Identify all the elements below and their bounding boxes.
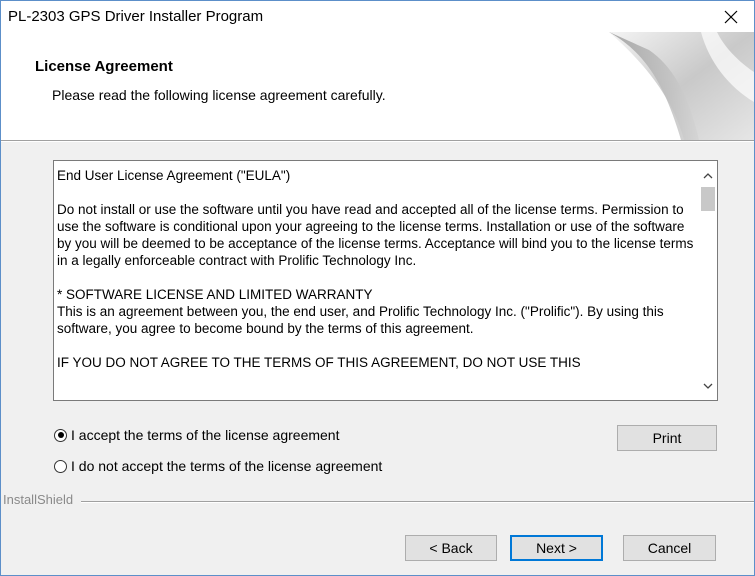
- chevron-up-icon: [703, 173, 713, 179]
- decline-option[interactable]: I do not accept the terms of the license…: [54, 458, 382, 474]
- license-paragraph: End User License Agreement ("EULA"): [57, 168, 291, 183]
- scroll-thumb[interactable]: [701, 187, 715, 211]
- page-title: License Agreement: [35, 58, 173, 75]
- license-paragraph: This is an agreement between you, the en…: [57, 304, 664, 336]
- back-button[interactable]: < Back: [405, 535, 497, 561]
- license-paragraph: Do not install or use the software until…: [57, 202, 694, 268]
- license-paragraph: * SOFTWARE LICENSE AND LIMITED WARRANTY: [57, 287, 373, 302]
- header-banner: License Agreement Please read the follow…: [1, 32, 754, 140]
- page-curl-graphic: [609, 32, 754, 140]
- close-button[interactable]: [708, 1, 754, 32]
- license-text: End User License Agreement ("EULA") Do n…: [57, 167, 697, 388]
- window-title: PL-2303 GPS Driver Installer Program: [8, 8, 264, 25]
- title-bar[interactable]: PL-2303 GPS Driver Installer Program: [1, 1, 754, 32]
- close-icon: [724, 10, 738, 23]
- scroll-up-button[interactable]: [699, 167, 717, 185]
- accept-label: I accept the terms of the license agreem…: [71, 427, 340, 443]
- radio-selected-dot: [57, 432, 64, 438]
- decline-radio[interactable]: [54, 459, 67, 473]
- installshield-brand: InstallShield: [3, 492, 74, 507]
- decline-label: I do not accept the terms of the license…: [71, 458, 383, 474]
- accept-option[interactable]: I accept the terms of the license agreem…: [54, 427, 339, 443]
- print-button[interactable]: Print: [617, 425, 717, 451]
- license-paragraph: IF YOU DO NOT AGREE TO THE TERMS OF THIS…: [57, 355, 581, 370]
- installer-window: PL-2303 GPS Driver Installer Program Lic…: [0, 0, 755, 576]
- page-subtitle: Please read the following license agreem…: [52, 87, 386, 103]
- next-button[interactable]: Next >: [510, 535, 603, 561]
- vertical-scrollbar[interactable]: [699, 161, 717, 400]
- license-text-box[interactable]: End User License Agreement ("EULA") Do n…: [53, 160, 718, 401]
- chevron-down-icon: [703, 383, 713, 389]
- cancel-button[interactable]: Cancel: [623, 535, 716, 561]
- accept-radio[interactable]: [54, 428, 67, 442]
- scroll-down-button[interactable]: [699, 377, 717, 395]
